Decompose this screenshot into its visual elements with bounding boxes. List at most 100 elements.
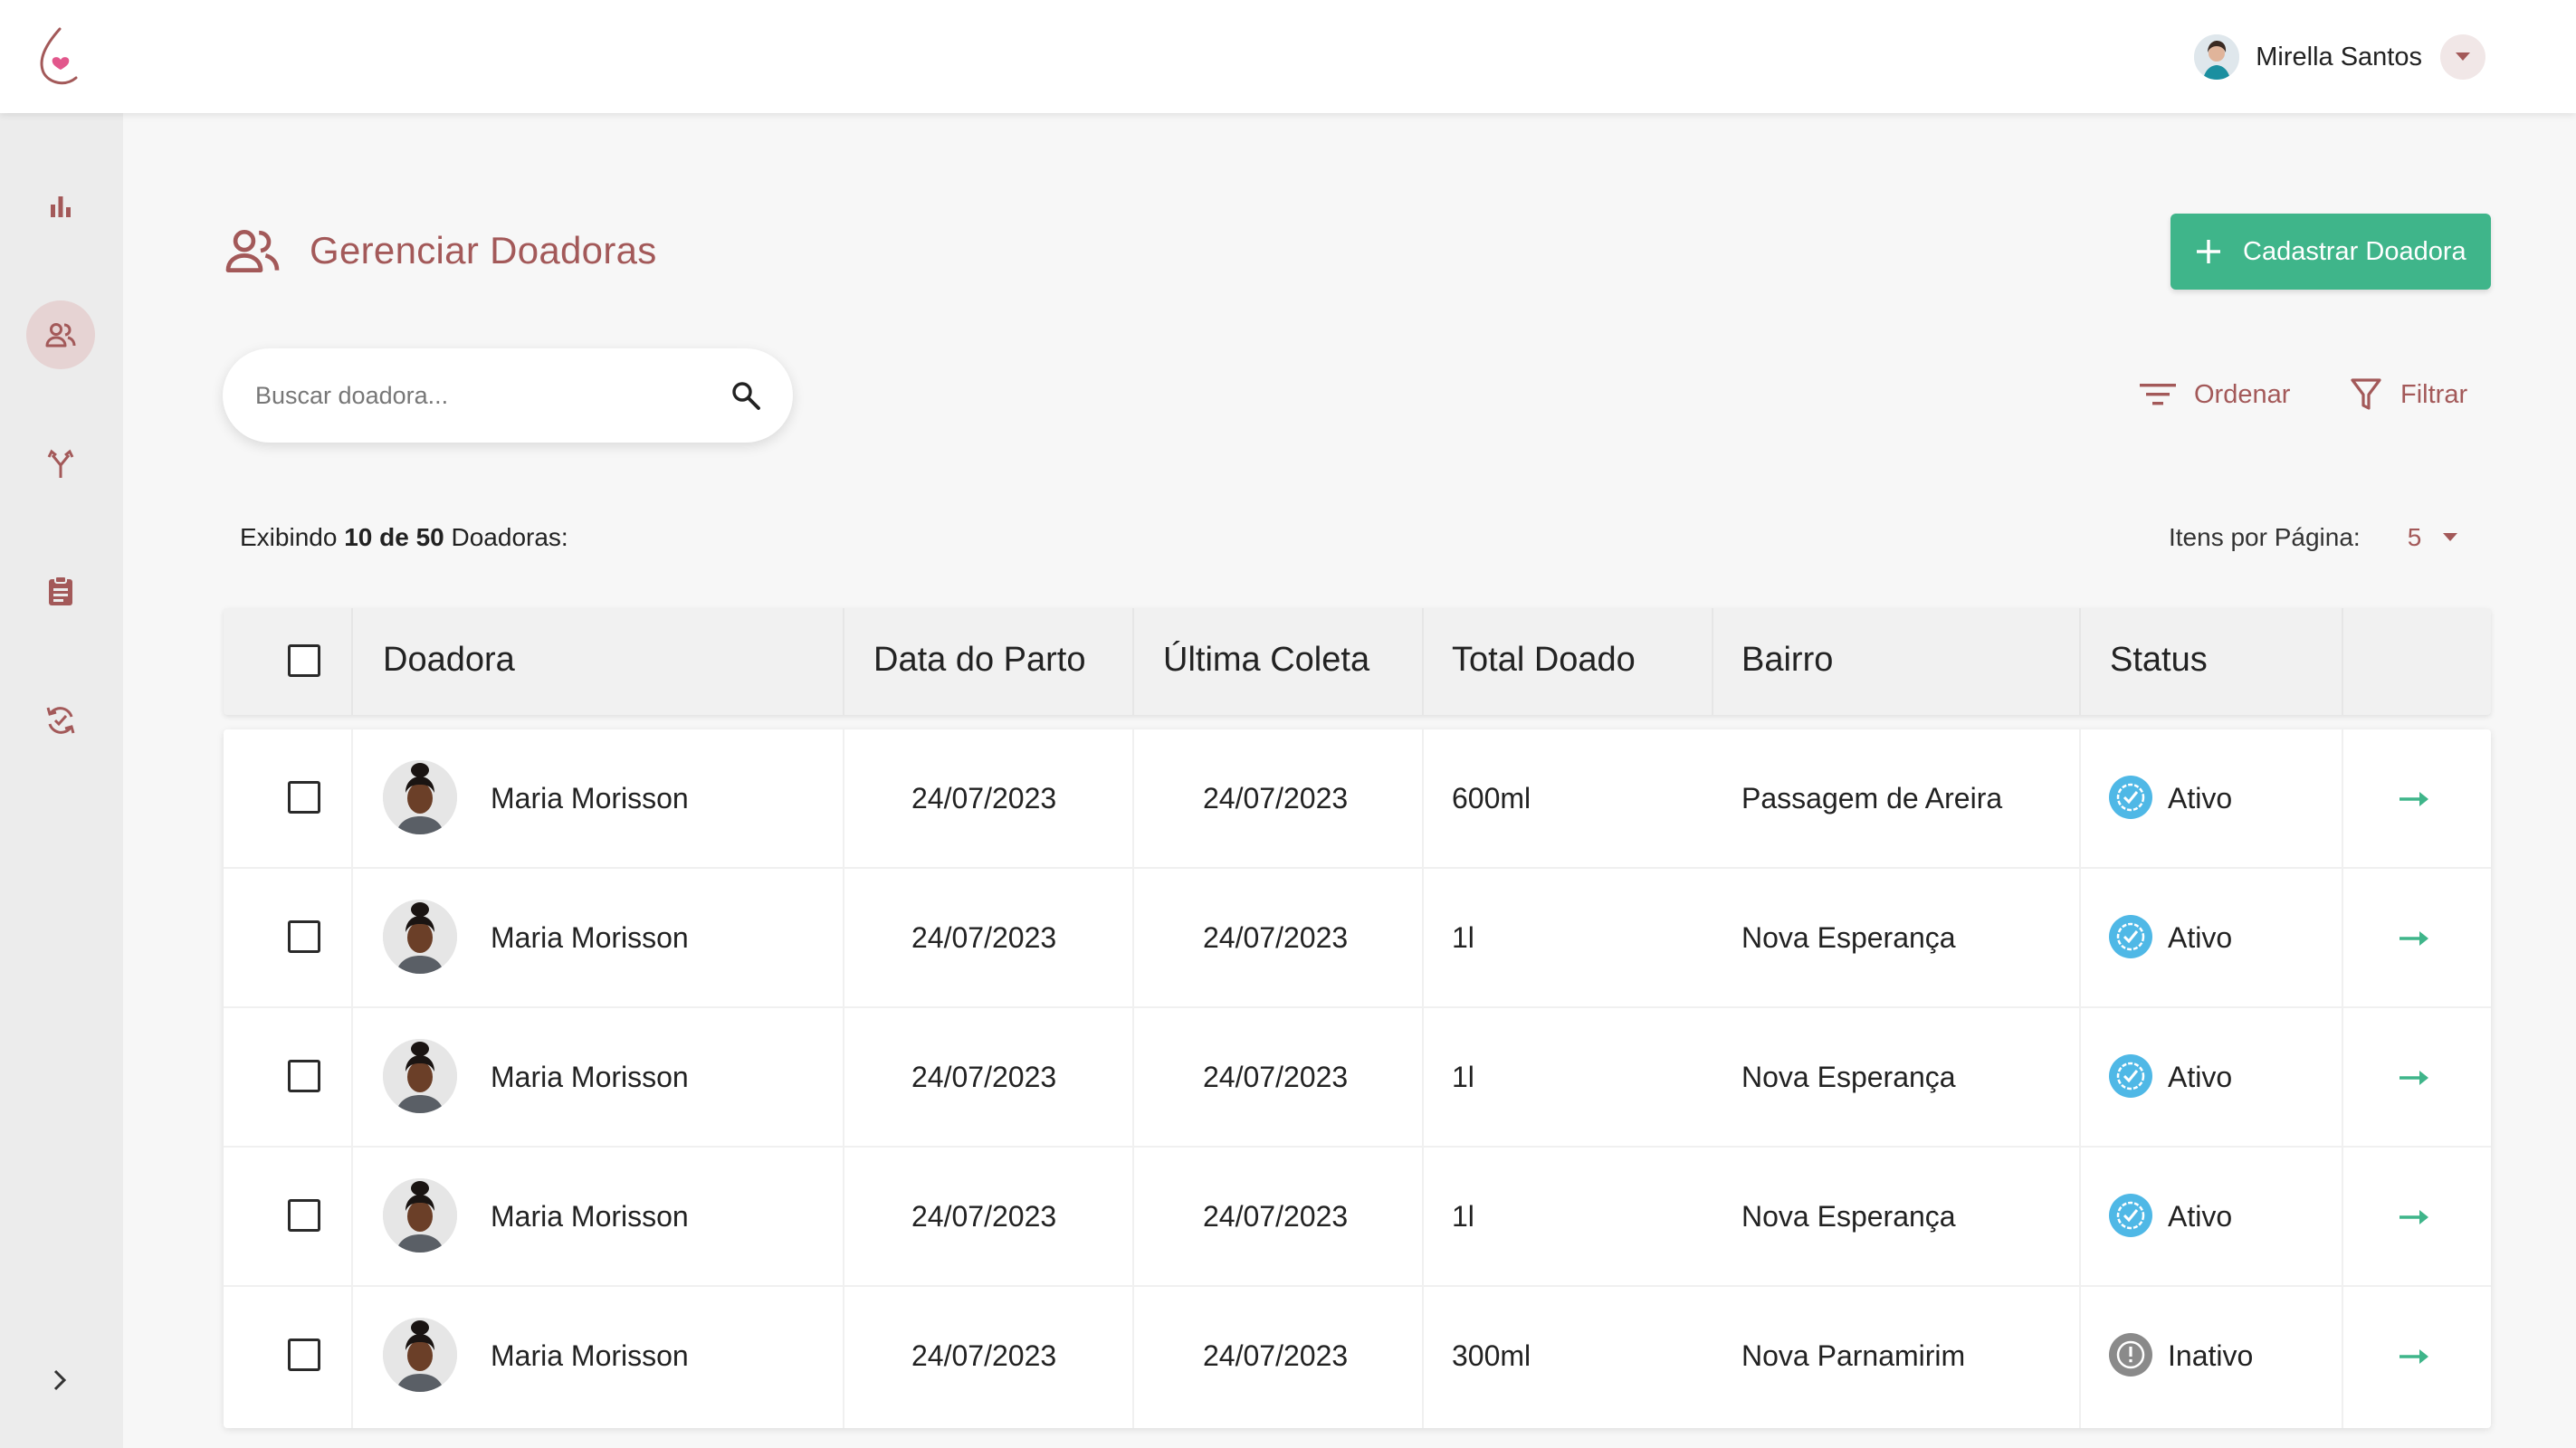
arrow-right-icon[interactable] [2398, 1341, 2434, 1372]
bar-chart-icon [51, 196, 71, 217]
donor-name[interactable]: Maria Morisson [491, 782, 689, 815]
row-checkbox[interactable] [288, 781, 320, 814]
column-divider [843, 608, 844, 715]
table-row[interactable]: Maria Morisson 24/07/2023 24/07/2023 1l … [224, 1148, 2491, 1287]
row-checkbox[interactable] [288, 1338, 320, 1371]
column-divider [351, 608, 353, 715]
donor-name[interactable]: Maria Morisson [491, 1339, 689, 1373]
status-label: Inativo [2168, 1339, 2254, 1372]
table-row[interactable]: Maria Morisson 24/07/2023 24/07/2023 1l … [224, 1008, 2491, 1148]
page-header: Gerenciar Doadoras [223, 221, 657, 281]
row-checkbox[interactable] [288, 1060, 320, 1092]
user-menu[interactable]: Mirella Santos [2194, 31, 2485, 83]
sort-label: Ordenar [2194, 379, 2291, 409]
header-last-collection[interactable]: Última Coleta [1163, 641, 1369, 680]
caret-down-icon[interactable] [2441, 532, 2459, 543]
status-inactive-icon [2109, 1333, 2152, 1377]
per-page-label: Itens por Página: [2169, 523, 2361, 551]
donor-name[interactable]: Maria Morisson [491, 921, 689, 955]
add-donor-button[interactable]: Cadastrar Doadora [2171, 214, 2491, 290]
status-active-icon [2109, 1194, 2152, 1237]
header-status[interactable]: Status [2110, 641, 2208, 680]
header-district[interactable]: Bairro [1741, 641, 1833, 680]
table-row[interactable]: Maria Morisson 24/07/2023 24/07/2023 300… [224, 1287, 2491, 1426]
status-active-icon [2109, 776, 2152, 819]
birth-date-cell: 24/07/2023 [911, 1061, 1057, 1093]
district-cell: Nova Esperança [1741, 1200, 1956, 1233]
merge-icon [47, 449, 74, 478]
district-cell: Passagem de Areira [1741, 782, 2003, 814]
district-cell: Nova Esperança [1741, 921, 1956, 954]
people-icon [225, 229, 280, 272]
sidebar-item-cycle[interactable] [26, 686, 95, 755]
status-label: Ativo [2168, 1061, 2233, 1093]
donor-avatar [383, 1178, 457, 1253]
header-birth-date[interactable]: Data do Parto [873, 641, 1085, 680]
summary-count: 10 de 50 [344, 523, 444, 551]
district-cell: Nova Parnamirim [1741, 1339, 1966, 1372]
app-logo-icon[interactable] [33, 24, 87, 90]
user-dropdown-button[interactable] [2440, 34, 2485, 80]
sidebar-item-merge[interactable] [26, 430, 95, 499]
select-all-checkbox[interactable] [288, 644, 320, 677]
status-active-icon [2109, 1054, 2152, 1098]
user-avatar[interactable] [2194, 34, 2240, 80]
summary-suffix: Doadoras: [451, 523, 568, 551]
arrow-right-icon[interactable] [2398, 1062, 2434, 1093]
donor-avatar [383, 1039, 457, 1113]
birth-date-cell: 24/07/2023 [911, 1200, 1057, 1233]
table-row[interactable]: Maria Morisson 24/07/2023 24/07/2023 1l … [224, 869, 2491, 1008]
header-total[interactable]: Total Doado [1452, 641, 1636, 680]
sidebar-item-donors[interactable] [26, 300, 95, 369]
last-collection-cell: 24/07/2023 [1203, 921, 1349, 954]
column-divider [1132, 608, 1134, 715]
district-cell: Nova Esperança [1741, 1061, 1956, 1093]
page-title: Gerenciar Doadoras [310, 229, 657, 272]
donor-avatar [383, 1318, 457, 1392]
search-input[interactable] [255, 381, 690, 410]
total-cell: 300ml [1452, 1339, 1531, 1372]
people-icon [45, 323, 76, 348]
column-divider [1422, 608, 1424, 715]
chevron-right-icon [53, 1369, 67, 1391]
items-per-page: Itens por Página: 5 [2169, 523, 2459, 552]
sort-button[interactable]: Ordenar [2140, 375, 2290, 414]
donor-name[interactable]: Maria Morisson [491, 1200, 689, 1234]
caret-down-icon [2456, 52, 2470, 61]
filter-button[interactable]: Filtrar [2350, 375, 2467, 414]
plus-icon [2197, 240, 2220, 263]
table-header: Doadora Data do Parto Última Coleta Tota… [224, 608, 2491, 715]
header-donor[interactable]: Doadora [383, 641, 515, 680]
status-label: Ativo [2168, 1200, 2233, 1233]
last-collection-cell: 24/07/2023 [1203, 1339, 1349, 1372]
total-cell: 1l [1452, 921, 1474, 954]
sidebar-item-dashboard[interactable] [26, 172, 95, 241]
donor-avatar [383, 900, 457, 974]
birth-date-cell: 24/07/2023 [911, 1339, 1057, 1372]
sidebar-item-reports[interactable] [26, 557, 95, 625]
filter-label: Filtrar [2400, 379, 2468, 409]
arrow-right-icon[interactable] [2398, 784, 2434, 814]
last-collection-cell: 24/07/2023 [1203, 782, 1349, 814]
cycle-check-icon [46, 707, 75, 734]
user-name: Mirella Santos [2256, 42, 2422, 71]
arrow-right-icon[interactable] [2398, 1202, 2434, 1233]
row-checkbox[interactable] [288, 1199, 320, 1232]
total-cell: 1l [1452, 1200, 1474, 1233]
clipboard-icon [49, 576, 72, 605]
search-box [223, 348, 793, 443]
table-row[interactable]: Maria Morisson 24/07/2023 24/07/2023 600… [224, 729, 2491, 869]
status-label: Ativo [2168, 782, 2233, 814]
birth-date-cell: 24/07/2023 [911, 782, 1057, 814]
sort-icon [2140, 384, 2176, 405]
results-summary: Exibindo 10 de 50 Doadoras: [240, 523, 568, 552]
sidebar-expand-button[interactable] [40, 1360, 80, 1400]
arrow-right-icon[interactable] [2398, 923, 2434, 954]
search-icon[interactable] [730, 379, 762, 412]
per-page-select[interactable]: 5 [2408, 523, 2422, 552]
row-checkbox[interactable] [288, 920, 320, 953]
column-divider [2342, 608, 2343, 715]
status-active-icon [2109, 915, 2152, 958]
donor-name[interactable]: Maria Morisson [491, 1061, 689, 1094]
donor-avatar [383, 760, 457, 834]
